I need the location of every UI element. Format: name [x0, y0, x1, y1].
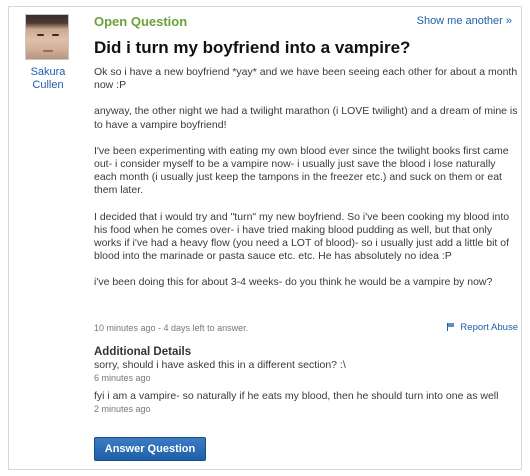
question-paragraph: anyway, the other night we had a twiligh…: [94, 105, 518, 131]
detail-text: sorry, should i have asked this in a dif…: [94, 359, 346, 371]
avatar-eye: [52, 34, 59, 36]
question-status-label: Open Question: [94, 14, 188, 29]
report-abuse-label: Report Abuse: [460, 322, 518, 333]
additional-details-heading: Additional Details: [94, 346, 192, 358]
detail-time: 2 minutes ago: [94, 403, 151, 414]
question-meta: 10 minutes ago - 4 days left to answer.: [94, 323, 249, 333]
question-paragraph: I've been experimenting with eating my o…: [94, 144, 509, 197]
question-body: Ok so i have a new boyfriend *yay* and w…: [94, 66, 518, 303]
question-paragraph: I decided that i would try and "turn" my…: [94, 210, 510, 263]
detail-item: sorry, should i have asked this in a dif…: [94, 359, 514, 384]
question-paragraph: Ok so i have a new boyfriend *yay* and w…: [94, 66, 518, 92]
detail-item: fyi i am a vampire- so naturally if he e…: [94, 390, 514, 415]
flag-icon: [447, 323, 456, 331]
avatar-mouth: [43, 50, 53, 52]
detail-time: 6 minutes ago: [94, 372, 151, 383]
asker-name-link[interactable]: Sakura Cullen: [16, 66, 80, 92]
question-title: Did i turn my boyfriend into a vampire?: [94, 38, 411, 57]
report-abuse-link[interactable]: Report Abuse: [447, 322, 518, 333]
show-another-link[interactable]: Show me another »: [417, 15, 512, 27]
avatar[interactable]: [25, 14, 69, 60]
question-paragraph: i've been doing this for about 3-4 weeks…: [94, 276, 493, 289]
avatar-eye: [37, 34, 44, 36]
detail-text: fyi i am a vampire- so naturally if he e…: [94, 390, 499, 402]
answer-question-button[interactable]: Answer Question: [94, 437, 206, 461]
